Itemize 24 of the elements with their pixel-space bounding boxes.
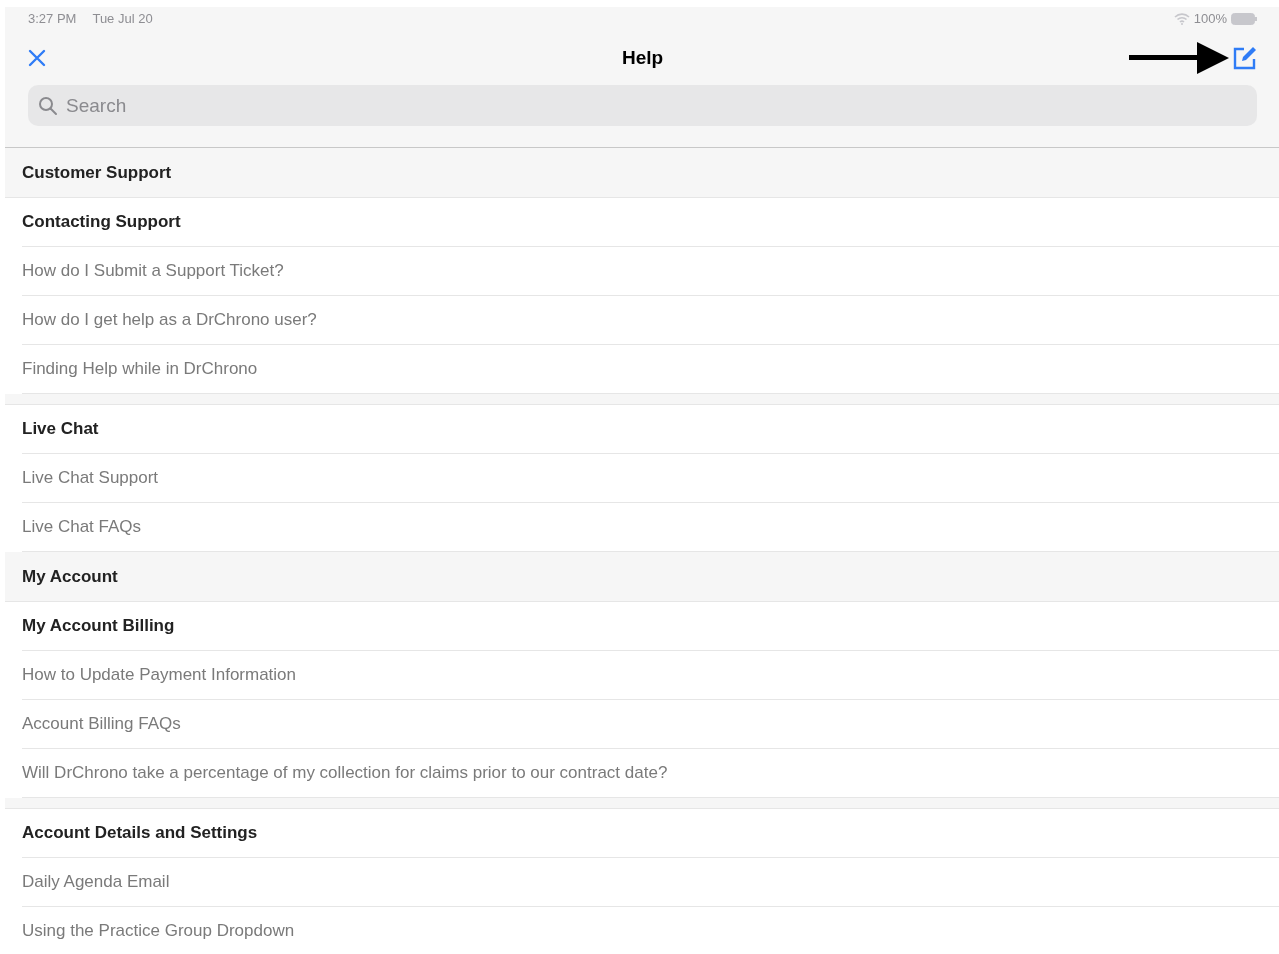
group-title: My Account Billing — [22, 602, 1279, 651]
help-article-link[interactable]: Using the Practice Group Dropdown — [22, 907, 1279, 954]
help-article-link[interactable]: Daily Agenda Email — [22, 858, 1279, 907]
status-date: Tue Jul 20 — [92, 10, 153, 29]
wifi-icon — [1173, 13, 1190, 25]
section-header: Customer Support — [5, 148, 1279, 198]
group-title: Contacting Support — [22, 198, 1279, 247]
search-icon — [38, 95, 58, 116]
help-article-link[interactable]: How do I Submit a Support Ticket? — [22, 247, 1279, 296]
help-article-link[interactable]: Account Billing FAQs — [22, 700, 1279, 749]
close-icon — [28, 49, 46, 67]
status-time: 3:27 PM — [28, 10, 77, 29]
group-title: Live Chat — [22, 405, 1279, 454]
battery-icon — [1231, 13, 1257, 25]
battery-percent: 100% — [1193, 10, 1227, 29]
group-title: Account Details and Settings — [22, 809, 1279, 858]
section-header: My Account — [5, 552, 1279, 602]
help-article-link[interactable]: How do I get help as a DrChrono user? — [22, 296, 1279, 345]
help-article-link[interactable]: Live Chat Support — [22, 454, 1279, 503]
help-article-link[interactable]: How to Update Payment Information — [22, 651, 1279, 700]
close-button[interactable] — [28, 49, 46, 67]
page-title: Help — [621, 45, 664, 70]
compose-icon — [1233, 46, 1257, 70]
compose-button[interactable] — [1233, 46, 1257, 70]
